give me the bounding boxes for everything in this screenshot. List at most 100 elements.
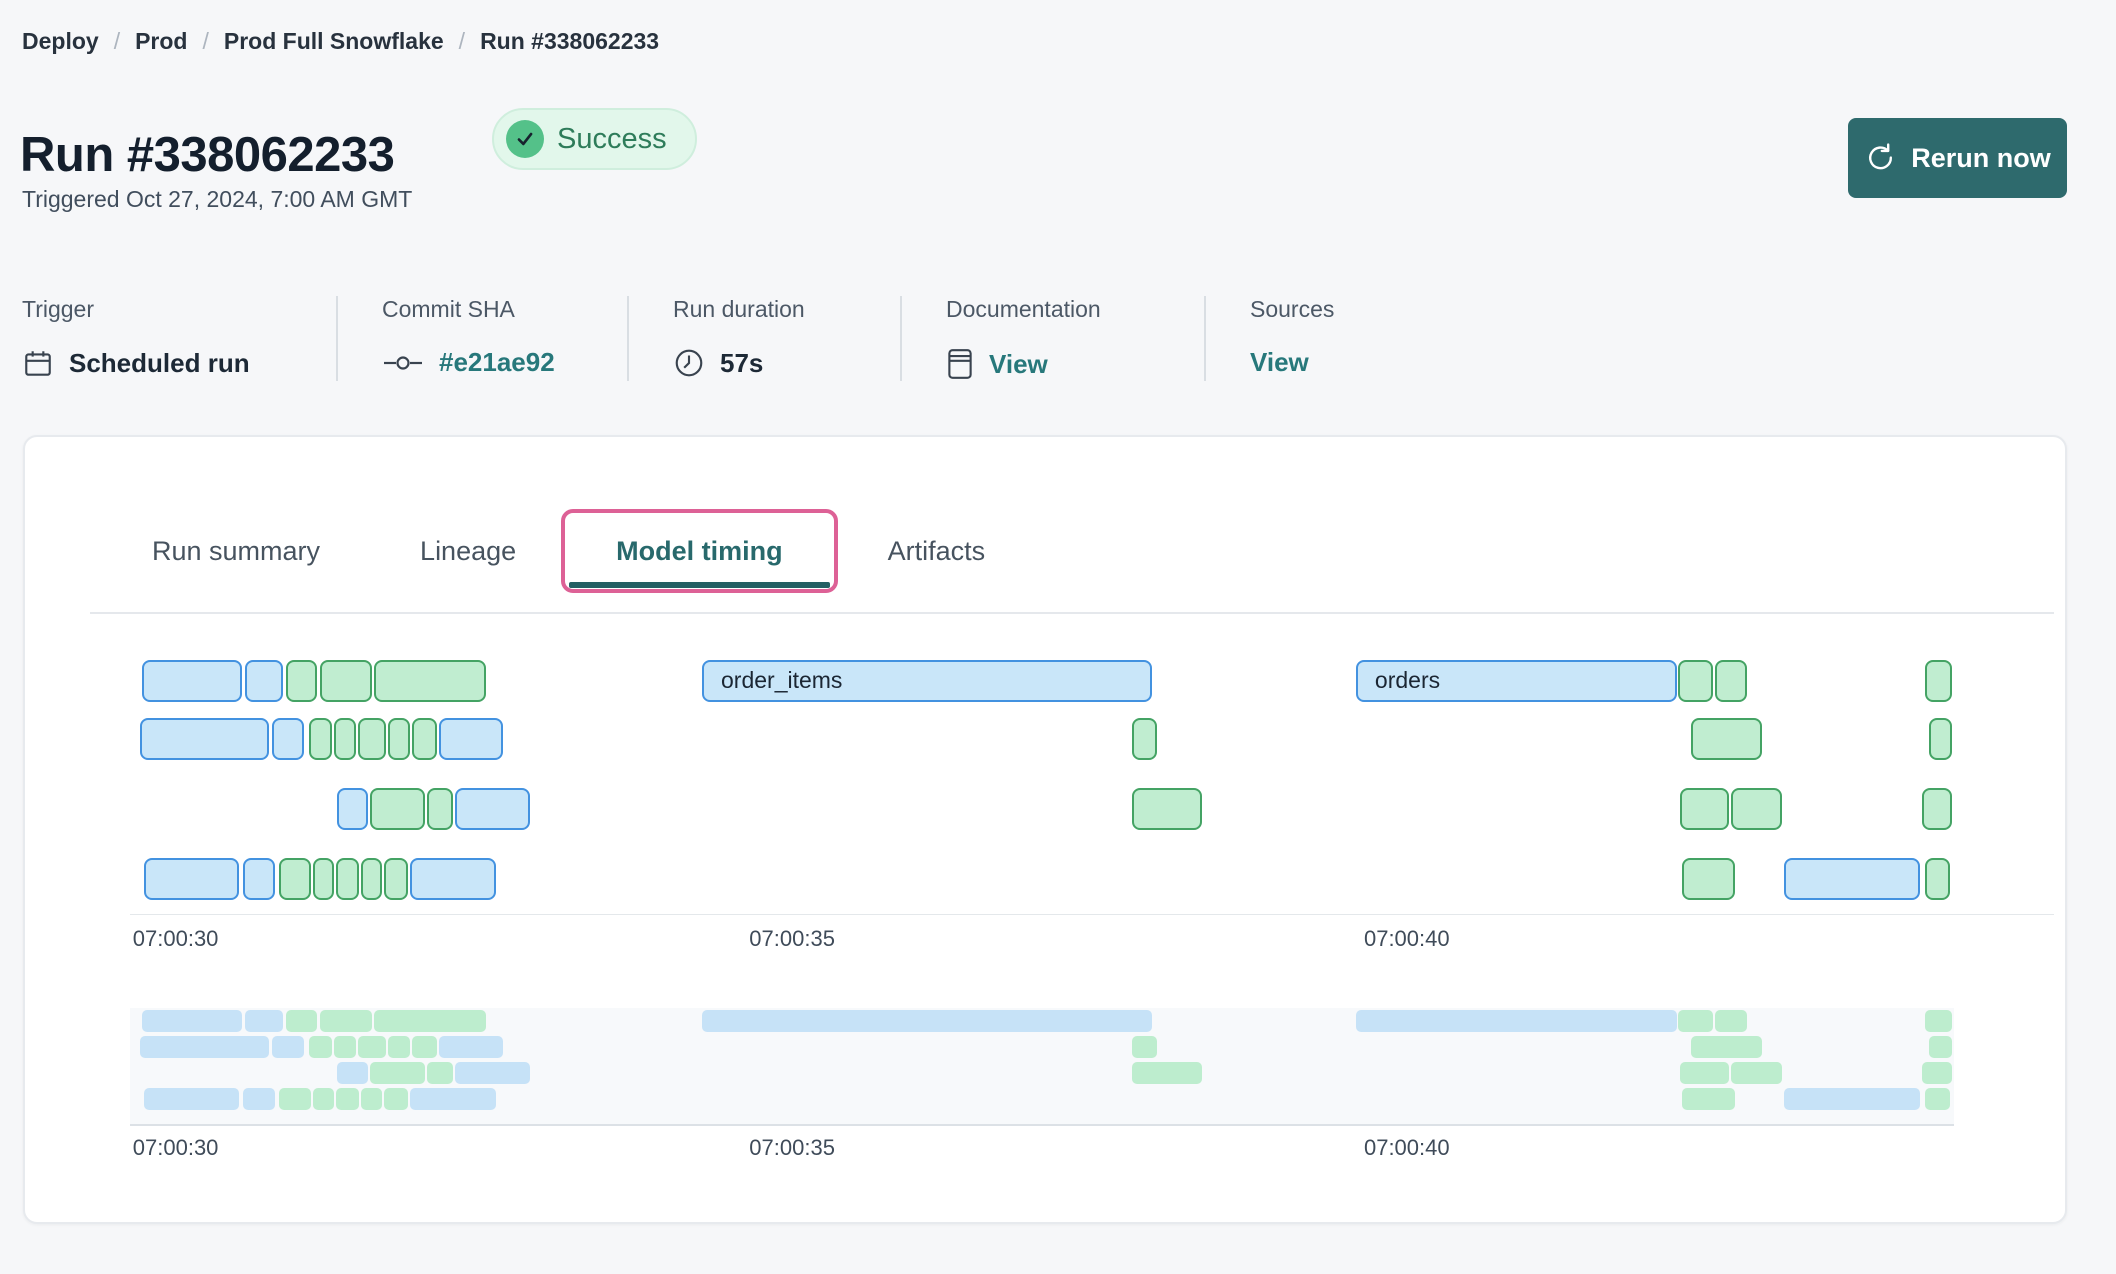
gantt-bar[interactable] bbox=[140, 718, 269, 760]
overview-bar bbox=[1924, 1088, 1950, 1110]
rerun-now-button[interactable]: Rerun now bbox=[1848, 118, 2067, 198]
calendar-icon bbox=[25, 351, 51, 376]
gantt-bar[interactable] bbox=[333, 718, 356, 760]
gantt-bar[interactable] bbox=[370, 788, 426, 830]
sources-view-link[interactable]: View bbox=[1250, 347, 1309, 378]
gantt-bar[interactable] bbox=[279, 858, 311, 900]
gantt-bar[interactable] bbox=[285, 660, 317, 702]
axis-tick: 07:00:35 bbox=[749, 1135, 835, 1160]
gantt-bar[interactable] bbox=[1784, 858, 1921, 900]
gantt-bar[interactable] bbox=[358, 718, 387, 760]
run-detail-page: Deploy / Prod / Prod Full Snowflake / Ru… bbox=[0, 0, 2116, 1274]
gantt-bar[interactable] bbox=[1924, 660, 1952, 702]
gantt-bar[interactable] bbox=[426, 788, 454, 830]
model-timing-gantt: order_items orders bbox=[130, 660, 1954, 900]
gantt-bar[interactable] bbox=[409, 858, 496, 900]
commit-sha-link[interactable]: #e21ae92 bbox=[439, 347, 555, 378]
axis-tick: 07:00:30 bbox=[132, 926, 219, 951]
breadcrumb-separator: / bbox=[113, 28, 121, 54]
status-badge-label: Success bbox=[557, 122, 667, 155]
overview-bar bbox=[455, 1062, 530, 1084]
gantt-axis-line bbox=[130, 914, 2054, 915]
gantt-bar[interactable] bbox=[360, 858, 382, 900]
gantt-bar[interactable] bbox=[337, 788, 369, 830]
gantt-bar[interactable]: order_items bbox=[702, 660, 1152, 702]
meta-documentation-label: Documentation bbox=[946, 296, 1101, 322]
overview-bar bbox=[358, 1036, 387, 1058]
overview-bar bbox=[1355, 1010, 1677, 1032]
breadcrumb-separator: / bbox=[458, 28, 466, 54]
gantt-bar[interactable] bbox=[243, 858, 275, 900]
axis-tick: 07:00:35 bbox=[749, 926, 835, 951]
gantt-bar[interactable] bbox=[244, 660, 283, 702]
gantt-bar[interactable] bbox=[1131, 788, 1202, 830]
commit-icon bbox=[384, 355, 422, 370]
triggered-timestamp: Triggered Oct 27, 2024, 7:00 AM GMT bbox=[22, 186, 413, 212]
gantt-bar[interactable] bbox=[1922, 788, 1952, 830]
gantt-bar[interactable] bbox=[374, 660, 487, 702]
overview-bar bbox=[426, 1062, 454, 1084]
gantt-bar[interactable] bbox=[1690, 718, 1762, 760]
meta-duration-label: Run duration bbox=[673, 296, 805, 322]
gantt-bar[interactable]: orders bbox=[1355, 660, 1677, 702]
gantt-bar[interactable] bbox=[1929, 718, 1952, 760]
overview-bar bbox=[1678, 1010, 1714, 1032]
gantt-bar[interactable] bbox=[1131, 718, 1157, 760]
gantt-bar[interactable] bbox=[1680, 788, 1730, 830]
model-timing-highlight-box: Model timing bbox=[561, 509, 838, 593]
tab-bar-divider bbox=[90, 612, 2054, 614]
gantt-bar[interactable] bbox=[320, 660, 373, 702]
meta-duration-value: 57s bbox=[720, 347, 764, 378]
gantt-bar[interactable] bbox=[312, 858, 334, 900]
tab-bar: Run summary Lineage Model timing Artifac… bbox=[152, 488, 985, 614]
overview-bar bbox=[243, 1088, 275, 1110]
overview-bar bbox=[335, 1088, 359, 1110]
overview-bar bbox=[1922, 1062, 1952, 1084]
gantt-bar[interactable] bbox=[411, 718, 437, 760]
gantt-bar[interactable] bbox=[1682, 858, 1735, 900]
overview-bar bbox=[244, 1010, 283, 1032]
overview-bar bbox=[702, 1010, 1152, 1032]
breadcrumb-environment[interactable]: Prod Full Snowflake bbox=[224, 28, 444, 55]
gantt-bar[interactable] bbox=[1730, 788, 1782, 830]
gantt-bar[interactable] bbox=[308, 718, 332, 760]
gantt-row bbox=[130, 718, 1954, 760]
gantt-bar-label: order_items bbox=[721, 667, 843, 693]
documentation-view-link[interactable]: View bbox=[989, 349, 1048, 380]
tab-model-timing[interactable]: Model timing bbox=[616, 536, 782, 567]
breadcrumb: Deploy / Prod / Prod Full Snowflake / Ru… bbox=[22, 28, 659, 55]
gantt-axis-labels: 07:00:30 07:00:35 07:00:40 bbox=[130, 926, 1954, 956]
breadcrumb-deploy[interactable]: Deploy bbox=[22, 28, 99, 55]
page-title: Run #338062233 bbox=[20, 127, 395, 182]
overview-bar bbox=[144, 1088, 240, 1110]
tab-artifacts[interactable]: Artifacts bbox=[888, 536, 986, 567]
overview-row bbox=[130, 1088, 1954, 1110]
breadcrumb-separator: / bbox=[202, 28, 209, 54]
gantt-bar[interactable] bbox=[142, 660, 242, 702]
gantt-bar[interactable] bbox=[272, 718, 304, 760]
breadcrumb-run[interactable]: Run #338062233 bbox=[480, 28, 659, 55]
gantt-bar[interactable] bbox=[335, 858, 359, 900]
overview-bar bbox=[308, 1036, 332, 1058]
breadcrumb-prod[interactable]: Prod bbox=[135, 28, 187, 55]
gantt-bar-label: orders bbox=[1374, 667, 1441, 693]
overview-bar bbox=[320, 1010, 373, 1032]
tab-run-summary[interactable]: Run summary bbox=[152, 536, 320, 567]
gantt-bar[interactable] bbox=[384, 858, 409, 900]
gantt-bar[interactable] bbox=[387, 718, 410, 760]
tab-lineage[interactable]: Lineage bbox=[420, 536, 516, 567]
run-meta-row: Trigger Scheduled run Commit SHA #e21ae9… bbox=[22, 296, 1464, 381]
overview-bar bbox=[374, 1010, 487, 1032]
gantt-bar[interactable] bbox=[438, 718, 503, 760]
overview-bar bbox=[438, 1036, 503, 1058]
gantt-bar[interactable] bbox=[1924, 858, 1950, 900]
gantt-bar[interactable] bbox=[1715, 660, 1747, 702]
timing-overview-brush[interactable] bbox=[130, 1008, 1954, 1126]
gantt-bar[interactable] bbox=[1678, 660, 1714, 702]
overview-bar bbox=[1929, 1036, 1952, 1058]
overview-bar bbox=[312, 1088, 334, 1110]
gantt-bar[interactable] bbox=[455, 788, 530, 830]
overview-bar bbox=[279, 1088, 311, 1110]
overview-bar bbox=[1680, 1062, 1730, 1084]
gantt-bar[interactable] bbox=[144, 858, 240, 900]
